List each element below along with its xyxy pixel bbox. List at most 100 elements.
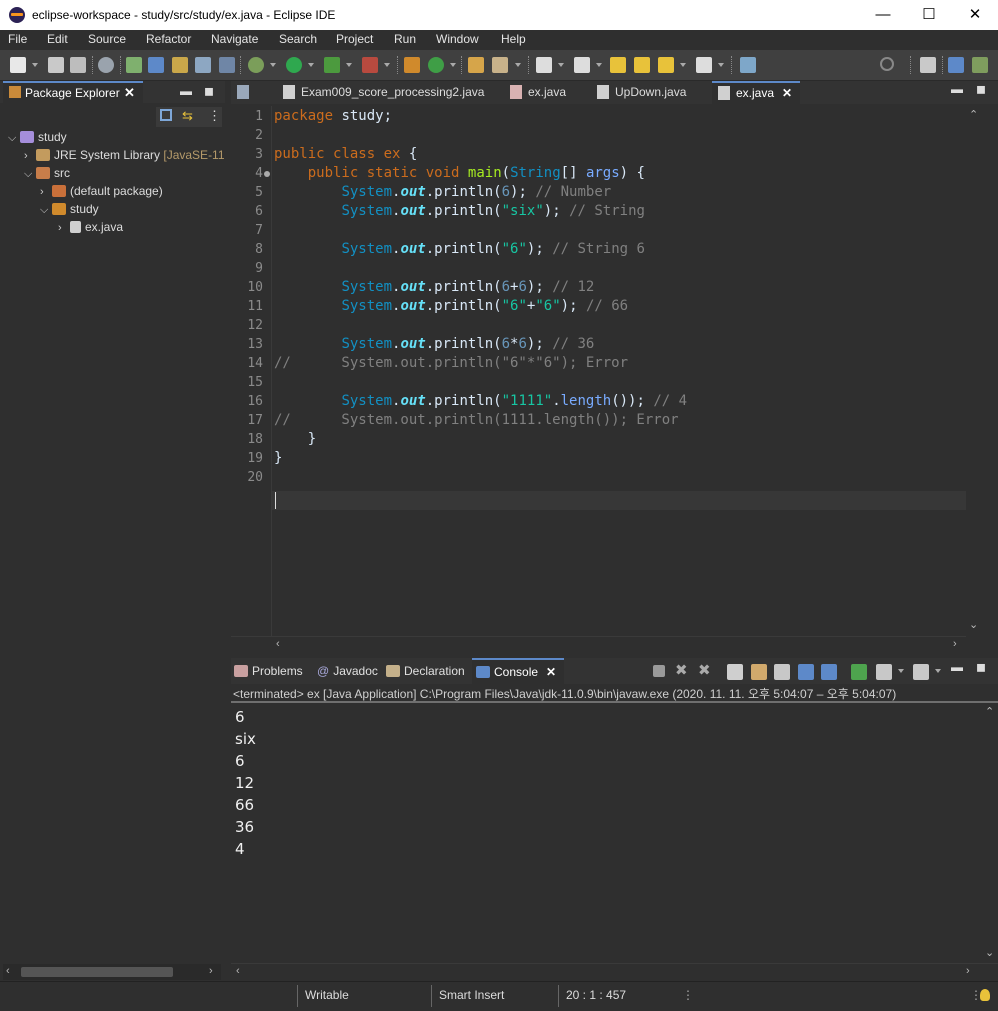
search-brush-icon[interactable]: [492, 57, 508, 73]
scroll-down-icon[interactable]: ⌄: [969, 618, 978, 631]
tab-updown-java[interactable]: UpDown.java: [597, 81, 686, 104]
chevron-right-icon[interactable]: ›: [24, 147, 36, 165]
menu-file[interactable]: File: [8, 32, 27, 46]
tab-package-explorer[interactable]: Package Explorer ✕: [3, 81, 143, 103]
scroll-lock-icon[interactable]: [751, 664, 767, 680]
terminate-icon[interactable]: [653, 665, 665, 677]
editor-hscrollbar[interactable]: ‹ ›: [231, 636, 966, 653]
save-all-icon[interactable]: [70, 57, 86, 73]
word-wrap-icon[interactable]: [195, 57, 211, 73]
scroll-left-icon[interactable]: ‹: [236, 965, 240, 977]
menu-navigate[interactable]: Navigate: [211, 32, 258, 46]
open-terminal-icon[interactable]: [740, 57, 756, 73]
scroll-left-icon[interactable]: ‹: [6, 965, 10, 977]
debug-perspective-icon[interactable]: [972, 57, 988, 73]
block-selection-icon[interactable]: [172, 57, 188, 73]
package-explorer-hscrollbar[interactable]: ‹ ›: [3, 964, 221, 980]
forward-dropdown-icon[interactable]: [718, 63, 724, 67]
search-icon[interactable]: [880, 57, 894, 71]
open-type-icon[interactable]: [126, 57, 142, 73]
show-list-icon[interactable]: [237, 81, 255, 104]
console-vscrollbar[interactable]: ⌃ ⌄: [982, 703, 998, 965]
remove-launch-icon[interactable]: ✖: [675, 661, 688, 679]
console-hscrollbar[interactable]: ‹ ›: [231, 963, 998, 980]
back-dropdown-icon[interactable]: [680, 63, 686, 67]
tab-exam009-score-processing2[interactable]: Exam009_score_processing2.java: [283, 81, 484, 104]
chevron-right-icon[interactable]: ›: [40, 183, 52, 201]
back-icon[interactable]: [658, 57, 674, 73]
remove-all-launches-icon[interactable]: ✖: [698, 661, 711, 679]
scrollbar-thumb[interactable]: [21, 967, 173, 977]
menu-window[interactable]: Window: [436, 32, 479, 46]
status-insert-mode[interactable]: Smart Insert: [439, 988, 504, 1002]
close-icon[interactable]: ✕: [124, 85, 135, 101]
maximize-button[interactable]: ☐: [906, 0, 952, 30]
coverage-dropdown-icon[interactable]: [346, 63, 352, 67]
link-with-editor-icon[interactable]: ⇆: [182, 108, 193, 124]
scroll-up-icon[interactable]: ⌃: [985, 705, 994, 718]
last-edit-icon[interactable]: [610, 57, 626, 73]
scroll-right-icon[interactable]: ›: [966, 965, 970, 977]
new-dropdown-icon[interactable]: [32, 63, 38, 67]
skip-breakpoints-icon[interactable]: [98, 57, 114, 73]
save-icon[interactable]: [48, 57, 64, 73]
console-output[interactable]: 6 six 6 12 66 36 4: [235, 706, 256, 860]
tree-item-default-package[interactable]: › (default package): [40, 182, 163, 200]
debug-dropdown-icon[interactable]: [270, 63, 276, 67]
open-console-icon[interactable]: [913, 664, 929, 680]
mark-occurrences-icon[interactable]: [148, 57, 164, 73]
previous-annotation-icon[interactable]: [574, 57, 590, 73]
code-editor[interactable]: 1 2 3 4 5 6 7 8 9 10 11 12 13 14 15 16 17 18 19 20 package …: [231, 106, 966, 636]
scroll-left-icon[interactable]: ‹: [276, 638, 280, 650]
tab-problems[interactable]: Problems: [234, 658, 303, 684]
show-console-stdout-icon[interactable]: [798, 664, 814, 680]
chevron-down-icon[interactable]: ⌵: [40, 201, 52, 219]
view-menu-icon[interactable]: ⋮: [208, 108, 221, 124]
open-console-dropdown-icon[interactable]: [935, 669, 941, 673]
minimize-button[interactable]: —: [860, 0, 906, 30]
tab-ex-java-active[interactable]: ex.java ✕: [712, 81, 800, 104]
tree-item-ex-java[interactable]: › ex.java: [58, 218, 123, 236]
minimize-view-icon[interactable]: ▬: [180, 84, 192, 98]
scroll-up-icon[interactable]: ⌃: [969, 108, 978, 121]
external-tools-icon[interactable]: [362, 57, 378, 73]
debug-icon[interactable]: [248, 57, 264, 73]
menu-run[interactable]: Run: [394, 32, 416, 46]
menu-search[interactable]: Search: [279, 32, 317, 46]
show-whitespace-icon[interactable]: [219, 57, 235, 73]
close-icon[interactable]: ✕: [782, 86, 792, 100]
tree-item-project-study[interactable]: ⌵ study: [8, 128, 67, 146]
scroll-right-icon[interactable]: ›: [209, 965, 213, 977]
new-java-package-icon[interactable]: [404, 57, 420, 73]
menu-help[interactable]: Help: [501, 32, 526, 46]
tree-item-jre-library[interactable]: › JRE System Library [JavaSE-11: [24, 146, 225, 164]
external-tools-dropdown-icon[interactable]: [384, 63, 390, 67]
close-icon[interactable]: ✕: [546, 665, 556, 679]
run-icon[interactable]: [286, 57, 302, 73]
maximize-view-icon[interactable]: ◼: [204, 84, 214, 98]
run-dropdown-icon[interactable]: [308, 63, 314, 67]
tab-console[interactable]: Console ✕: [472, 658, 564, 684]
tab-javadoc[interactable]: @ Javadoc: [317, 658, 378, 684]
java-perspective-icon[interactable]: [948, 57, 964, 73]
new-class-dropdown-icon[interactable]: [450, 63, 456, 67]
next-annotation-icon[interactable]: [536, 57, 552, 73]
menu-project[interactable]: Project: [336, 32, 373, 46]
scroll-right-icon[interactable]: ›: [953, 638, 957, 650]
tip-lightbulb-icon[interactable]: [980, 989, 990, 1001]
maximize-view-icon[interactable]: ◼: [976, 660, 986, 674]
tab-declaration[interactable]: Declaration: [386, 658, 465, 684]
menu-edit[interactable]: Edit: [47, 32, 68, 46]
forward-icon[interactable]: [696, 57, 712, 73]
pin-console-icon[interactable]: [851, 664, 867, 680]
clear-console-icon[interactable]: [727, 664, 743, 680]
close-button[interactable]: ✕: [952, 0, 998, 30]
next-annotation-dropdown-icon[interactable]: [558, 63, 564, 67]
search-dropdown-icon[interactable]: [515, 63, 521, 67]
open-folder-icon[interactable]: [468, 57, 484, 73]
tab-ex-java-1[interactable]: ex.java: [510, 81, 566, 104]
coverage-icon[interactable]: [324, 57, 340, 73]
menu-source[interactable]: Source: [88, 32, 126, 46]
display-console-icon[interactable]: [876, 664, 892, 680]
word-wrap-console-icon[interactable]: [774, 664, 790, 680]
